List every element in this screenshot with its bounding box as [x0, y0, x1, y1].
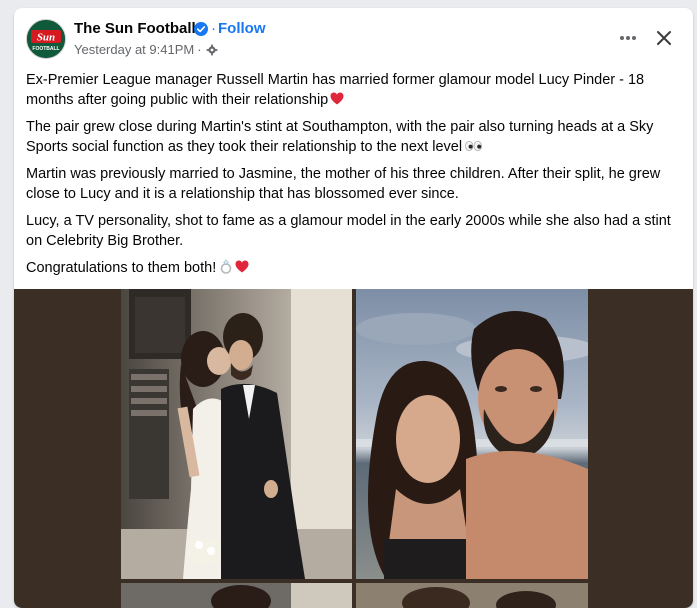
settings-gear-icon — [206, 44, 218, 56]
paragraph-text: The pair grew close during Martin's stin… — [26, 119, 654, 155]
follow-separator: · — [211, 20, 216, 37]
eyes-emoji-icon — [465, 137, 482, 151]
logo-text-sun: Sun — [37, 32, 55, 44]
post-header: Sun FOOTBALL The Sun Football · Follow Y… — [14, 8, 693, 66]
post-paragraph: Lucy, a TV personality, shot to fame as … — [26, 211, 676, 251]
follow-button[interactable]: Follow — [218, 20, 266, 37]
post-paragraph: The pair grew close during Martin's stin… — [26, 117, 676, 157]
post-card: Sun FOOTBALL The Sun Football · Follow Y… — [14, 8, 693, 608]
wedding-photo-3[interactable] — [121, 583, 352, 608]
paragraph-text: Martin was previously married to Jasmine… — [26, 166, 661, 202]
close-icon — [657, 31, 671, 45]
post-timestamp[interactable]: Yesterday at 9:41PM — [74, 42, 194, 57]
post-paragraph: Ex-Premier League manager Russell Martin… — [26, 70, 676, 110]
post-paragraph: Martin was previously married to Jasmine… — [26, 164, 676, 204]
paragraph-text: Lucy, a TV personality, shot to fame as … — [26, 213, 671, 249]
sun-football-logo: Sun FOOTBALL — [27, 20, 65, 58]
close-button[interactable] — [650, 24, 678, 52]
wedding-photo-4[interactable] — [356, 583, 588, 608]
post-body: Ex-Premier League manager Russell Martin… — [26, 70, 676, 285]
wedding-kiss-photo[interactable] — [121, 289, 352, 579]
beach-selfie-photo[interactable] — [356, 289, 588, 579]
paragraph-text: Congratulations to them both! — [26, 260, 217, 276]
ring-emoji-icon — [219, 259, 233, 274]
post-paragraph: Congratulations to them both! — [26, 258, 676, 278]
more-options-icon — [620, 36, 636, 40]
more-options-button[interactable] — [614, 24, 642, 52]
verified-badge-icon — [194, 22, 208, 36]
post-media-grid — [14, 289, 693, 608]
red-heart-emoji-icon — [235, 259, 249, 273]
logo-text-football: FOOTBALL — [32, 46, 59, 52]
post-meta: Yesterday at 9:41PM · — [74, 42, 218, 57]
page-avatar[interactable]: Sun FOOTBALL — [26, 19, 66, 59]
meta-separator: · — [197, 42, 202, 57]
red-heart-emoji-icon — [330, 91, 344, 105]
page-name-link[interactable]: The Sun Football — [74, 20, 196, 37]
